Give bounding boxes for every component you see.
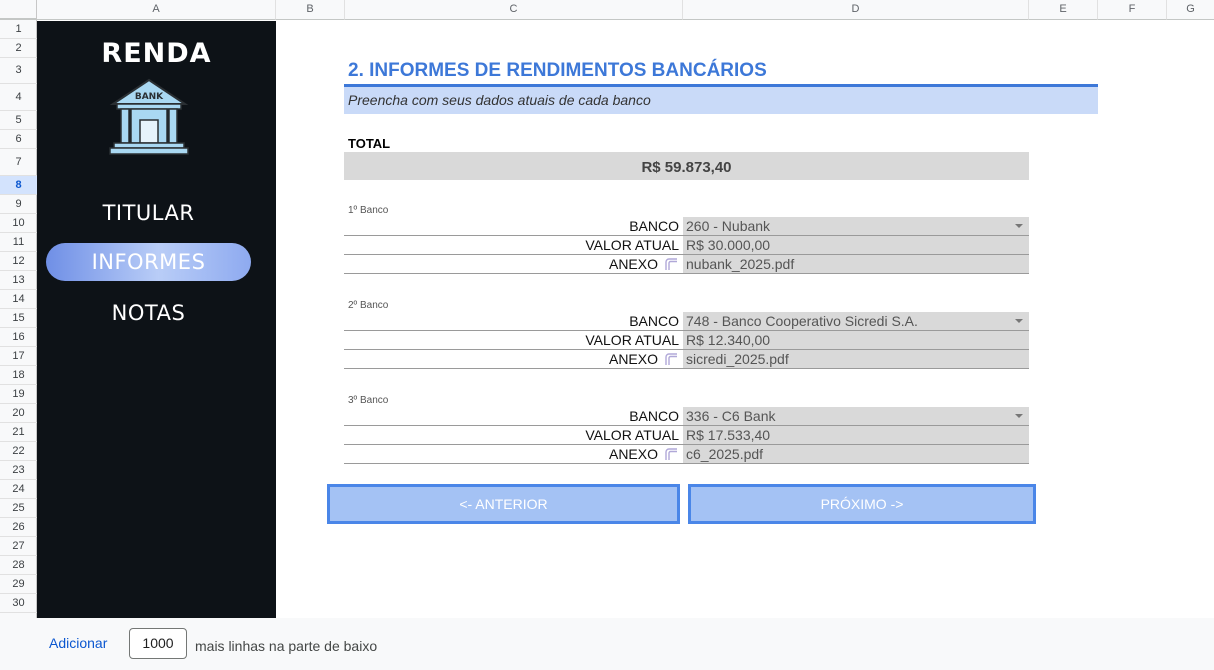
column-header-b[interactable]: B (276, 0, 345, 20)
column-header-d[interactable]: D (683, 0, 1029, 20)
column-header-a[interactable]: A (37, 0, 276, 20)
row-header-11[interactable]: 11 (0, 233, 37, 252)
row-header-3[interactable]: 3 (0, 58, 37, 84)
brand-title: RENDA (101, 38, 212, 69)
row-header-13[interactable]: 13 (0, 271, 37, 290)
valor-atual-label: VALOR ATUAL (585, 427, 679, 443)
nav-item-titular[interactable]: TITULAR (46, 194, 251, 232)
banco-label: BANCO (629, 218, 679, 234)
total-label: TOTAL (348, 136, 391, 151)
anexo-label-cell: ANEXO (344, 255, 679, 273)
nav-item-notas[interactable]: NOTAS (46, 294, 251, 332)
add-rows-text: mais linhas na parte de baixo (195, 638, 378, 654)
row-header-1[interactable]: 1 (0, 20, 37, 39)
row-header-22[interactable]: 22 (0, 442, 37, 461)
bank-1-banco-row: BANCO 260 - Nubank (344, 217, 1029, 236)
row-header-23[interactable]: 23 (0, 461, 37, 480)
bank-2-valor-row: VALOR ATUAL R$ 12.340,00 (344, 331, 1029, 350)
row-header-5[interactable]: 5 (0, 111, 37, 130)
bank-1-header: 1º Banco (348, 205, 389, 216)
bank-3-anexo-row: ANEXO c6_2025.pdf (344, 445, 1029, 464)
row-header-17[interactable]: 17 (0, 347, 37, 366)
valor-atual-label: VALOR ATUAL (585, 237, 679, 253)
bank-1-valor-field[interactable]: R$ 30.000,00 (683, 236, 1029, 254)
bank-2-anexo-row: ANEXO sicredi_2025.pdf (344, 350, 1029, 369)
bank-2-header: 2º Banco (348, 300, 389, 311)
dropdown-caret-icon[interactable] (1015, 414, 1023, 418)
row-header-12[interactable]: 12 (0, 252, 37, 271)
row-header-4[interactable]: 4 (0, 84, 37, 111)
row-header-28[interactable]: 28 (0, 556, 37, 575)
anexo-label-cell: ANEXO (344, 350, 679, 368)
bank-1-valor-row: VALOR ATUAL R$ 30.000,00 (344, 236, 1029, 255)
paperclip-icon (665, 353, 677, 365)
bank-3-banco-value: 336 - C6 Bank (686, 408, 776, 424)
valor-atual-label: VALOR ATUAL (585, 332, 679, 348)
bank-3-anexo-field[interactable]: c6_2025.pdf (683, 445, 1029, 463)
row-header-15[interactable]: 15 (0, 309, 37, 328)
row-header-29[interactable]: 29 (0, 575, 37, 594)
row-header-25[interactable]: 25 (0, 499, 37, 518)
row-header-21[interactable]: 21 (0, 423, 37, 442)
column-header-f[interactable]: F (1098, 0, 1167, 20)
column-header-e[interactable]: E (1029, 0, 1098, 20)
dropdown-caret-icon[interactable] (1015, 224, 1023, 228)
row-header-30[interactable]: 30 (0, 594, 37, 613)
total-value[interactable]: R$ 59.873,40 (344, 152, 1029, 180)
row-header-26[interactable]: 26 (0, 518, 37, 537)
bank-1-anexo-field[interactable]: nubank_2025.pdf (683, 255, 1029, 273)
bank-building-icon: BANK (109, 78, 189, 155)
bank-3-banco-select[interactable]: 336 - C6 Bank (683, 407, 1029, 425)
row-header-14[interactable]: 14 (0, 290, 37, 309)
anexo-label-cell: ANEXO (344, 445, 679, 463)
anexo-label: ANEXO (608, 351, 658, 367)
row-header-24[interactable]: 24 (0, 480, 37, 499)
paperclip-icon (665, 258, 677, 270)
sidebar: RENDA BANK TITULAR INFORMES NOTAS (37, 21, 276, 618)
page-title: 2. INFORMES DE RENDIMENTOS BANCÁRIOS (348, 60, 767, 81)
column-header-g[interactable]: G (1167, 0, 1214, 20)
row-header-9[interactable]: 9 (0, 195, 37, 214)
row-header-8[interactable]: 8 (0, 176, 37, 195)
banco-label: BANCO (629, 313, 679, 329)
row-header-20[interactable]: 20 (0, 404, 37, 423)
next-button[interactable]: PRÓXIMO -> (688, 484, 1036, 524)
row-header-7[interactable]: 7 (0, 149, 37, 176)
nav-item-informes[interactable]: INFORMES (46, 243, 251, 281)
bank-2-anexo-field[interactable]: sicredi_2025.pdf (683, 350, 1029, 368)
paperclip-icon (665, 448, 677, 460)
row-header-bar: 1 2 3 4 5 6 7 8 9 10 11 12 13 14 15 16 17 18 19 20 21 22 23 24 2… (0, 20, 37, 618)
row-header-18[interactable]: 18 (0, 366, 37, 385)
row-header-6[interactable]: 6 (0, 130, 37, 149)
row-header-27[interactable]: 27 (0, 537, 37, 556)
anexo-label: ANEXO (608, 256, 658, 272)
bank-2-valor-field[interactable]: R$ 12.340,00 (683, 331, 1029, 349)
bank-3-valor-row: VALOR ATUAL R$ 17.533,40 (344, 426, 1029, 445)
row-header-19[interactable]: 19 (0, 385, 37, 404)
anexo-label: ANEXO (608, 446, 658, 462)
page-subtitle: Preencha com seus dados atuais de cada b… (344, 87, 1098, 114)
banco-label: BANCO (629, 408, 679, 424)
bank-1-banco-value: 260 - Nubank (686, 218, 771, 234)
bank-3-valor-field[interactable]: R$ 17.533,40 (683, 426, 1029, 444)
dropdown-caret-icon[interactable] (1015, 319, 1023, 323)
bank-sign-text: BANK (135, 92, 164, 102)
column-header-bar: A B C D E F G (0, 0, 1214, 20)
previous-button[interactable]: <- ANTERIOR (327, 484, 680, 524)
add-rows-button[interactable]: Adicionar (49, 635, 107, 651)
bank-1-anexo-row: ANEXO nubank_2025.pdf (344, 255, 1029, 274)
bank-3-header: 3º Banco (348, 395, 389, 406)
row-header-16[interactable]: 16 (0, 328, 37, 347)
column-header-c[interactable]: C (345, 0, 683, 20)
add-rows-count-input[interactable]: 1000 (129, 628, 187, 659)
add-rows-bar: Adicionar 1000 mais linhas na parte de b… (0, 618, 1214, 670)
row-header-2[interactable]: 2 (0, 39, 37, 58)
bank-2-banco-select[interactable]: 748 - Banco Cooperativo Sicredi S.A. (683, 312, 1029, 330)
bank-1-banco-select[interactable]: 260 - Nubank (683, 217, 1029, 235)
bank-2-banco-value: 748 - Banco Cooperativo Sicredi S.A. (686, 313, 918, 329)
select-all-corner[interactable] (0, 0, 37, 20)
bank-3-banco-row: BANCO 336 - C6 Bank (344, 407, 1029, 426)
bank-2-banco-row: BANCO 748 - Banco Cooperativo Sicredi S.… (344, 312, 1029, 331)
row-header-10[interactable]: 10 (0, 214, 37, 233)
